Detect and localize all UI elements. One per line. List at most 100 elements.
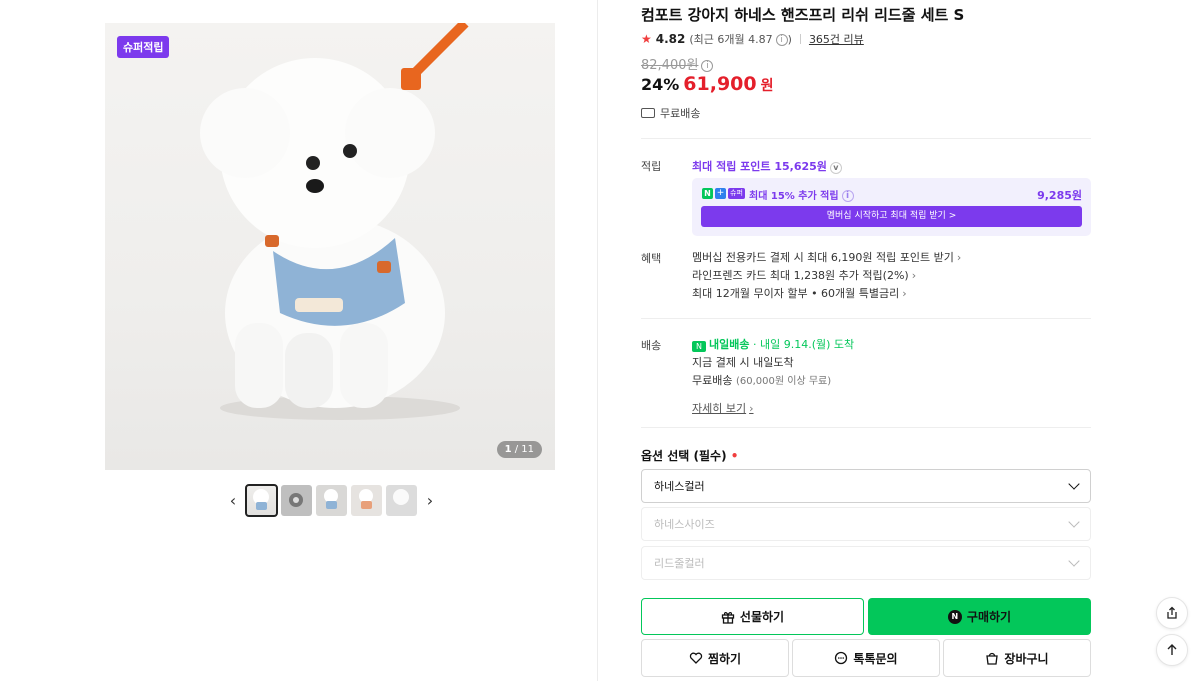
chevron-down-icon xyxy=(1068,555,1080,567)
thumbnail-4[interactable] xyxy=(351,484,382,516)
delivery-detail-link[interactable]: 자세히 보기 › xyxy=(692,400,754,418)
truck-icon xyxy=(641,108,655,118)
chevron-down-icon xyxy=(1068,478,1080,490)
product-page: 슈퍼적립 1 / 11 ‹ › 컴포트 강아지 하네스 핸즈프리 리쉬 리드줄 … xyxy=(0,0,1200,681)
benefits-label: 혜택 xyxy=(641,252,662,265)
counter-total: / 11 xyxy=(514,444,534,455)
product-title: 컴포트 강아지 하네스 핸즈프리 리쉬 리드줄 세트 S xyxy=(641,6,965,24)
counter-current: 1 xyxy=(504,444,512,455)
dog-photo-illustration xyxy=(200,23,469,420)
max-points-text: 최대 적립 포인트 15,625원 xyxy=(692,160,827,173)
benefit-item-card[interactable]: 멤버십 전용카드 결제 시 최대 6,190원 적립 포인트 받기 › xyxy=(692,249,961,267)
gift-icon xyxy=(721,611,735,624)
thumb-dog-blue-icon xyxy=(324,488,338,509)
talk-label: 톡톡문의 xyxy=(853,651,898,666)
rating-recent-close: ) xyxy=(787,33,792,46)
thumb-dog-icon xyxy=(253,488,269,510)
sale-price-unit: 원 xyxy=(760,78,774,94)
sale-price-row: 24% 61,900 원 xyxy=(641,73,774,95)
benefit-item-linefriends[interactable]: 라인프렌즈 카드 최대 1,238원 추가 적립(2%) › xyxy=(692,267,961,285)
sale-price: 61,900 xyxy=(683,73,757,95)
wishlist-button[interactable]: 찜하기 xyxy=(641,639,789,677)
discount-rate: 24% xyxy=(641,75,680,94)
membership-points-box: N + 슈퍼 최대 15% 추가 적립 i 9,285원 멤버십 시작하고 최대 … xyxy=(692,178,1091,236)
thumbnail-5[interactable] xyxy=(386,484,417,516)
main-product-image[interactable]: 슈퍼적립 1 / 11 xyxy=(105,23,555,470)
cart-button[interactable]: 장바구니 xyxy=(943,639,1091,677)
option-select-harness-color[interactable]: 하네스컬러 xyxy=(641,469,1091,503)
divider xyxy=(641,427,1091,428)
divider xyxy=(641,138,1091,139)
membership-badges: N + 슈퍼 xyxy=(702,188,745,199)
extra-points-amount: 9,285원 xyxy=(1037,189,1082,202)
column-divider xyxy=(597,0,598,681)
chevron-right-icon: › xyxy=(749,402,754,415)
star-icon: ★ xyxy=(641,32,652,46)
rating-recent: (최근 6개월 4.87 i) xyxy=(689,31,792,47)
share-icon xyxy=(1167,606,1177,619)
required-mark: • xyxy=(730,449,739,463)
free-shipping-text: 무료배송 xyxy=(660,107,701,120)
super-points-badge: 슈퍼적립 xyxy=(117,36,170,58)
tomorrow-delivery-row: N 내일배송 · 내일 9.14.(월) 도착 xyxy=(692,336,854,354)
rating-row: ★ 4.82 (최근 6개월 4.87 i) 365건 리뷰 xyxy=(641,31,864,47)
naver-pay-icon: N xyxy=(947,609,962,624)
review-count-link[interactable]: 365건 리뷰 xyxy=(809,31,864,47)
points-label: 적립 xyxy=(641,160,662,173)
chevron-down-icon: v xyxy=(829,162,842,174)
thumb-next-button[interactable]: › xyxy=(421,484,439,516)
naver-n-icon: N xyxy=(702,188,713,199)
thumb-prev-button[interactable]: ‹ xyxy=(224,484,242,516)
share-button[interactable] xyxy=(1156,597,1188,629)
shopping-bag-icon xyxy=(986,652,999,665)
extra-points-info-icon[interactable]: i xyxy=(841,190,854,202)
cart-label: 장바구니 xyxy=(1004,651,1049,666)
benefit-list: 멤버십 전용카드 결제 시 최대 6,190원 적립 포인트 받기 › 라인프렌즈… xyxy=(692,249,961,303)
buy-button[interactable]: N 구매하기 xyxy=(868,598,1091,635)
price-info-icon[interactable]: i xyxy=(701,59,714,72)
delivery-label: 배송 xyxy=(641,339,662,352)
scroll-top-button[interactable] xyxy=(1156,634,1188,666)
delivery-info: N 내일배송 · 내일 9.14.(월) 도착 지금 결제 시 내일도착 무료배송… xyxy=(692,336,854,418)
image-counter: 1 / 11 xyxy=(496,441,542,458)
thumbnail-1[interactable] xyxy=(245,483,278,517)
chat-bubble-icon xyxy=(835,651,848,665)
gift-label: 선물하기 xyxy=(739,610,785,624)
max-points-toggle[interactable]: 최대 적립 포인트 15,625원 v xyxy=(692,158,842,174)
chevron-right-icon: › xyxy=(911,269,917,282)
chevron-right-icon: › xyxy=(902,287,907,300)
option-select-harness-size[interactable]: 하네스사이즈 xyxy=(641,507,1091,541)
super-badge-icon: 슈퍼 xyxy=(728,188,745,199)
thumb-dog-orange-icon xyxy=(359,488,373,509)
rating-score: 4.82 xyxy=(655,32,686,46)
rating-recent-text: (최근 6개월 4.87 xyxy=(689,33,773,46)
rating-separator xyxy=(799,34,801,44)
chevron-right-icon: › xyxy=(956,251,962,264)
option-title: 옵션 선택 (필수) • xyxy=(641,449,739,463)
chevron-down-icon xyxy=(1068,516,1080,528)
thumb-harness-icon xyxy=(289,492,303,507)
free-shipping-row: 무료배송 xyxy=(641,105,700,121)
heart-icon xyxy=(689,652,703,664)
talk-inquiry-button[interactable]: 톡톡문의 xyxy=(792,639,940,677)
tomorrow-delivery-icon: N xyxy=(692,341,706,352)
wishlist-label: 찜하기 xyxy=(707,651,742,666)
thumbnail-2[interactable] xyxy=(281,484,312,516)
divider xyxy=(641,318,1091,319)
option-select-leash-color[interactable]: 리드줄컬러 xyxy=(641,546,1091,580)
start-membership-button[interactable]: 멤버십 시작하고 최대 적립 받기 > xyxy=(701,206,1082,227)
original-price-row: 82,400원 i xyxy=(641,54,714,73)
gift-button[interactable]: 선물하기 xyxy=(641,598,864,635)
thumbnail-3[interactable] xyxy=(316,484,347,516)
plus-icon: + xyxy=(715,188,726,199)
delivery-eta: · 내일 9.14.(월) 도착 xyxy=(752,338,855,351)
info-icon[interactable]: i xyxy=(775,34,788,46)
pay-note: 지금 결제 시 내일도착 xyxy=(692,356,794,369)
arrow-up-icon xyxy=(1167,644,1177,655)
thumbnail-strip: ‹ › xyxy=(224,483,439,517)
buy-label: 구매하기 xyxy=(966,610,1012,624)
original-price: 82,400원 xyxy=(641,58,699,73)
free-delivery-row: 무료배송 (60,000원 이상 무료) xyxy=(692,374,832,387)
benefit-item-installment[interactable]: 최대 12개월 무이자 할부 • 60개월 특별금리 › xyxy=(692,285,961,303)
tomorrow-delivery-label: 내일배송 xyxy=(709,338,750,351)
